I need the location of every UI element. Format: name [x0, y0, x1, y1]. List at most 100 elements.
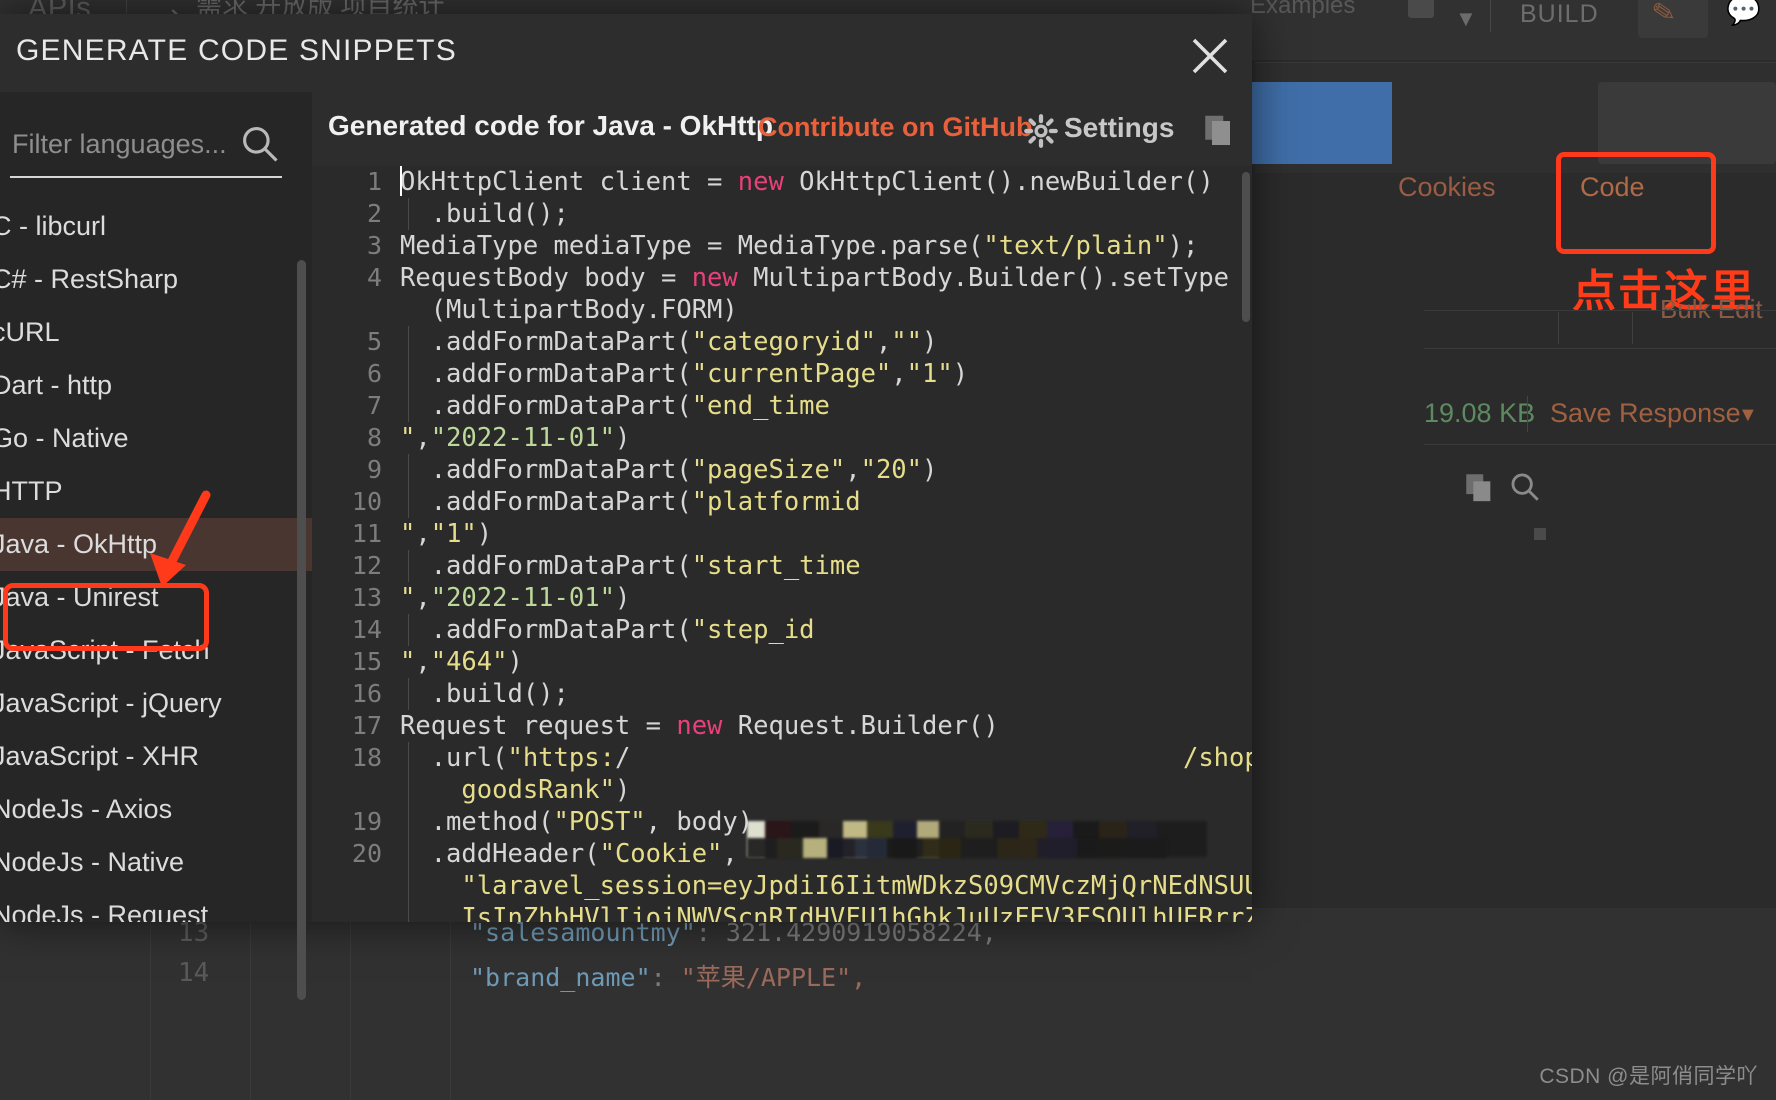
code-line-text: ","2022-11-01") — [400, 422, 630, 454]
code-line-text: (MultipartBody.FORM) — [400, 294, 738, 326]
code-token: "1" — [906, 359, 953, 389]
language-list-panel: C - libcurl C# - RestSharp cURL Dart - http… — [0, 92, 312, 1000]
tab-cookies[interactable]: Cookies — [1398, 172, 1496, 203]
examples-label[interactable]: Examples — [1250, 0, 1355, 20]
watermark: CSDN @是阿俏同学吖 — [1539, 1065, 1758, 1088]
code-line: IsInZhbHVlIjoiNWVScnRIdHVFU1hGbkJuUzFEV3… — [312, 902, 1252, 922]
code-token: IsInZhbHVlIjoiNWVScnRIdHVFU1hGbkJuUzFEV3… — [461, 903, 1252, 922]
code-token: , — [415, 519, 431, 549]
language-item-label: cURL — [0, 317, 60, 347]
copy-icon[interactable] — [1200, 112, 1236, 153]
code-line: 11 ","1") — [312, 518, 1252, 550]
language-item-label: JavaScript - Fetch — [0, 635, 210, 665]
language-item-curl[interactable]: cURL — [0, 306, 312, 359]
code-token: " — [400, 423, 416, 453]
comment-icon[interactable]: 💬 — [1726, 0, 1761, 27]
language-item-java-unirest[interactable]: Java - Unirest — [0, 571, 312, 624]
code-line: 2 .build(); — [312, 198, 1252, 230]
code-line: 6 .addFormDataPart("currentPage","1") — [312, 358, 1252, 390]
language-item-nodejs-request[interactable]: NodeJs - Request — [0, 889, 312, 922]
language-item-javascript-fetch[interactable]: JavaScript - Fetch — [0, 624, 312, 677]
pane-divider — [450, 908, 451, 1100]
response-size-label: 19.08 KB — [1424, 398, 1536, 428]
build-label[interactable]: BUILD — [1520, 0, 1599, 29]
language-item-label: NodeJs - Axios — [0, 794, 173, 824]
scroll-indicator[interactable] — [1534, 528, 1546, 540]
gear-icon[interactable] — [1024, 114, 1058, 153]
search-icon[interactable] — [1508, 470, 1542, 509]
code-token: ) — [952, 359, 969, 389]
close-icon[interactable] — [1186, 32, 1234, 80]
code-line: 12 .addFormDataPart("start_time — [312, 550, 1252, 582]
code-line: 7 .addFormDataPart("end_time — [312, 390, 1252, 422]
language-list-scrollbar[interactable] — [297, 260, 306, 1000]
search-input[interactable] — [10, 116, 236, 172]
code-token: .addFormDataPart( — [400, 327, 692, 357]
send-button[interactable]: Send ▼ — [1240, 82, 1392, 164]
language-item-nodejs-axios[interactable]: NodeJs - Axios — [0, 783, 312, 836]
language-item-c-restsharp[interactable]: C# - RestSharp — [0, 253, 312, 306]
language-item-label: C - libcurl — [0, 211, 107, 241]
code-token: "2022-11-01" — [430, 423, 615, 453]
code-editor[interactable]: 1 OkHttpClient client = new OkHttpClient(… — [312, 166, 1252, 922]
code-scrollbar[interactable] — [1242, 172, 1250, 322]
code-token: "1" — [430, 519, 477, 549]
json-sep: : — [650, 963, 681, 992]
language-item-javascript-xhr[interactable]: JavaScript - XHR — [0, 730, 312, 783]
language-item-javascript-jquery[interactable]: JavaScript - jQuery — [0, 677, 312, 730]
language-list[interactable]: C - libcurl C# - RestSharp cURL Dart - http… — [0, 200, 312, 922]
search-icon[interactable] — [238, 122, 282, 171]
code-line: 10 .addFormDataPart("platformid — [312, 486, 1252, 518]
code-token: , — [722, 839, 738, 869]
code-token: "20" — [860, 455, 923, 485]
code-token: .addFormDataPart( — [400, 615, 692, 645]
code-token: .build(); — [400, 199, 569, 229]
code-token: "text/plain" — [983, 231, 1168, 261]
code-line-number: 10 — [351, 487, 382, 516]
language-item-label: JavaScript - jQuery — [0, 688, 222, 718]
language-item-dart-http[interactable]: Dart - http — [0, 359, 312, 412]
generated-code-title: Generated code for Java - OkHttp — [328, 110, 774, 141]
code-token: "laravel_session=eyJpdiI6IitmWDkzS09CMVc… — [461, 871, 1252, 901]
code-line-number: 11 — [351, 519, 382, 548]
response-line-number: 14 — [178, 958, 210, 988]
contribute-on-github-link[interactable]: Contribute on GitHub — [758, 112, 1032, 143]
json-key: "salesamountmy" — [470, 918, 696, 947]
save-response-chevron-icon[interactable]: ▼ — [1738, 404, 1758, 427]
filter-languages-field[interactable] — [10, 116, 282, 178]
divider-line — [1424, 444, 1776, 445]
code-token: , — [875, 327, 892, 357]
code-token: "" — [891, 327, 923, 357]
code-token: "start_time — [691, 551, 861, 581]
code-token: , — [891, 359, 907, 389]
code-line-number: 7 — [366, 391, 382, 420]
code-line-text: .addHeader("Cookie", — [400, 838, 738, 870]
save-response-button[interactable]: Save Response — [1550, 398, 1741, 429]
code-token: ); — [1167, 231, 1199, 261]
code-line-number: 18 — [351, 743, 382, 772]
language-item-label: NodeJs - Native — [0, 847, 185, 877]
code-token: ) — [922, 327, 938, 357]
pencil-icon[interactable]: ✎ — [1649, 0, 1678, 31]
code-token: .addFormDataPart( — [400, 551, 692, 581]
language-item-go-native[interactable]: Go - Native — [0, 412, 312, 465]
chevron-down-icon[interactable]: ▼ — [1455, 6, 1477, 32]
code-line-text: "laravel_session=eyJpdiI6IitmWDkzS09CMVc… — [400, 870, 1252, 902]
code-token: , body) — [645, 807, 754, 837]
code-line-number: 8 — [366, 423, 382, 452]
language-item-c-libcurl[interactable]: C - libcurl — [0, 200, 312, 253]
code-line-number: 15 — [351, 647, 382, 676]
language-item-java-okhttp[interactable]: Java - OkHttp — [0, 518, 312, 571]
settings-button[interactable]: Settings — [1064, 112, 1174, 144]
copy-icon[interactable] — [1462, 470, 1496, 509]
language-item-http[interactable]: HTTP — [0, 465, 312, 518]
code-line: 17 Request request = new Request.Builder(… — [312, 710, 1252, 742]
language-item-nodejs-native[interactable]: NodeJs - Native — [0, 836, 312, 889]
code-token: "step_id — [691, 615, 815, 645]
code-token: "categoryid" — [691, 327, 876, 357]
code-token: goodsRank" — [400, 775, 615, 805]
code-token: "Cookie" — [599, 839, 723, 869]
code-token: " — [400, 519, 416, 549]
code-line: 1 OkHttpClient client = new OkHttpClient(… — [312, 166, 1252, 198]
code-line-number: 13 — [351, 583, 382, 612]
